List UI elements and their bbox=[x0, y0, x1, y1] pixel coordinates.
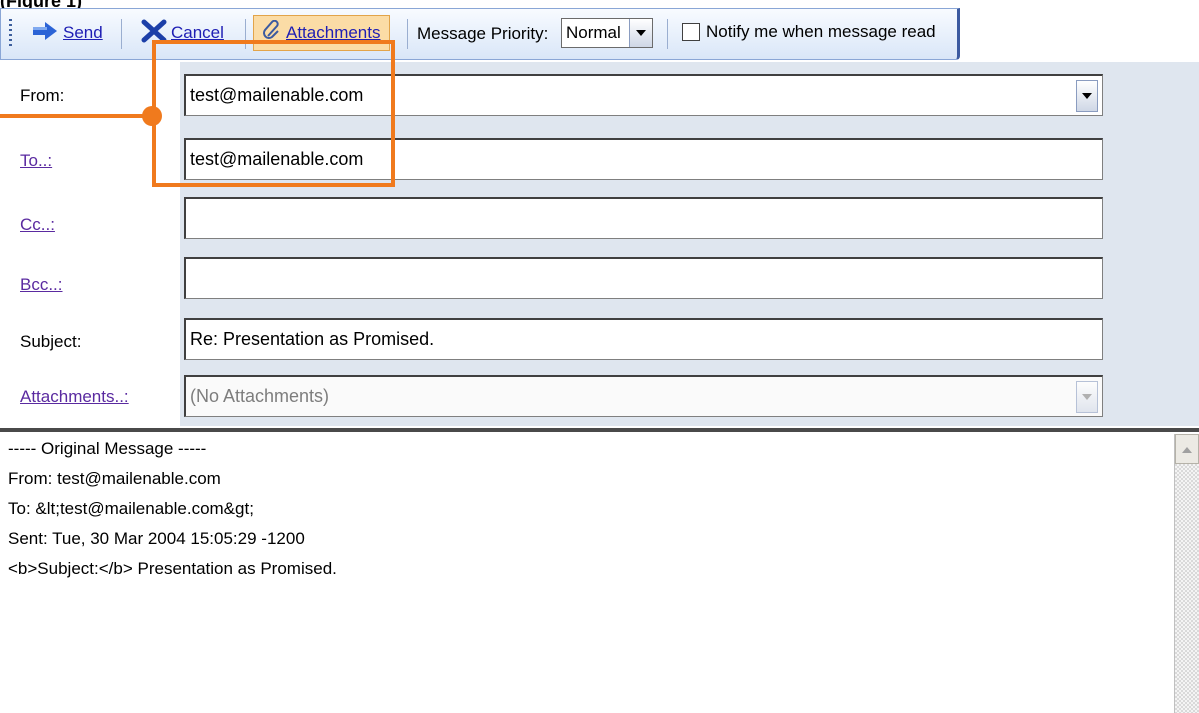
toolbar-divider bbox=[121, 19, 122, 49]
notify-checkbox-group[interactable]: Notify me when message read bbox=[682, 22, 936, 42]
toolbar-divider bbox=[407, 19, 408, 49]
body-line: ----- Original Message ----- bbox=[8, 439, 207, 458]
annotation-dot bbox=[142, 106, 162, 126]
header-body-divider bbox=[0, 428, 1199, 432]
priority-value: Normal bbox=[566, 23, 621, 42]
cc-link[interactable]: Cc..: bbox=[20, 215, 55, 235]
annotation-leader-line bbox=[0, 114, 152, 118]
body-line: From: test@mailenable.com bbox=[8, 469, 221, 488]
annotation-highlight-box bbox=[152, 40, 395, 187]
subject-label: Subject: bbox=[20, 332, 82, 351]
body-line: <b>Subject:</b> Presentation as Promised… bbox=[8, 559, 337, 578]
subject-value: Re: Presentation as Promised. bbox=[190, 329, 435, 349]
arrow-right-icon bbox=[31, 21, 59, 46]
from-label: From: bbox=[20, 86, 65, 105]
body-line: Sent: Tue, 30 Mar 2004 15:05:29 -1200 bbox=[8, 529, 305, 548]
priority-select[interactable]: Normal bbox=[561, 18, 653, 48]
bcc-link[interactable]: Bcc..: bbox=[20, 275, 63, 295]
send-label: Send bbox=[63, 23, 103, 42]
message-body[interactable]: ----- Original Message ----- From: test@… bbox=[0, 434, 1174, 713]
attachments-select: (No Attachments) bbox=[184, 375, 1103, 417]
send-button[interactable]: Send bbox=[31, 15, 103, 51]
attachments-value: (No Attachments) bbox=[190, 386, 330, 406]
compose-toolbar: Send Cancel Attachments Message Priority… bbox=[0, 8, 960, 60]
body-line: To: &lt;test@mailenable.com&gt; bbox=[8, 499, 254, 518]
scroll-up-button[interactable] bbox=[1175, 434, 1199, 464]
bcc-field[interactable] bbox=[184, 257, 1103, 299]
notify-label: Notify me when message read bbox=[706, 22, 936, 41]
cc-field[interactable] bbox=[184, 197, 1103, 239]
to-link[interactable]: To..: bbox=[20, 151, 52, 171]
chevron-down-icon[interactable] bbox=[629, 19, 652, 47]
chevron-down-icon[interactable] bbox=[1076, 79, 1098, 112]
body-scrollbar[interactable] bbox=[1174, 434, 1199, 713]
priority-label: Message Priority: bbox=[417, 24, 549, 43]
chevron-up-icon bbox=[1182, 440, 1192, 458]
toolbar-divider bbox=[667, 19, 668, 49]
subject-field[interactable]: Re: Presentation as Promised. bbox=[184, 318, 1103, 360]
notify-checkbox[interactable] bbox=[682, 23, 700, 41]
toolbar-grip[interactable] bbox=[9, 19, 12, 49]
chevron-down-icon bbox=[1076, 380, 1098, 413]
attachments-link[interactable]: Attachments..: bbox=[20, 387, 129, 407]
